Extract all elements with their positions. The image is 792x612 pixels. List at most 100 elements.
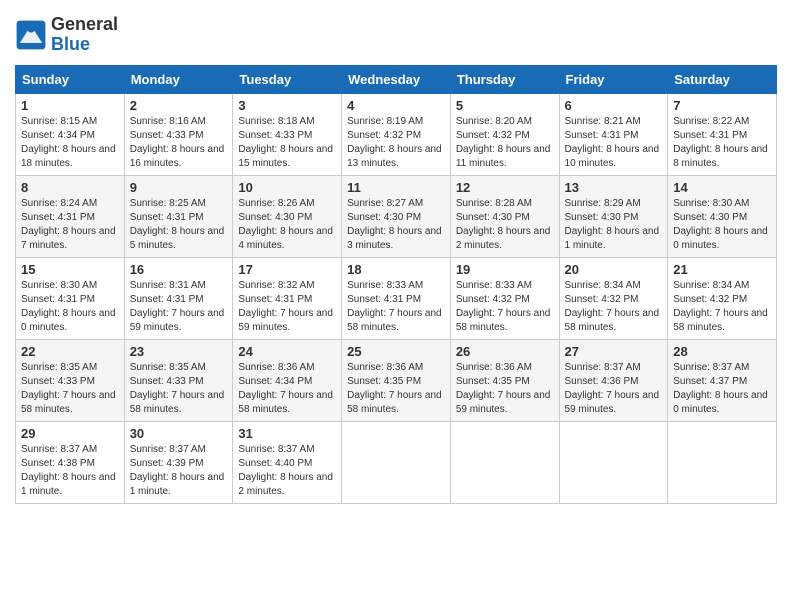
day-info: Sunrise: 8:31 AMSunset: 4:31 PMDaylight:… xyxy=(130,279,228,335)
calendar-day-cell: 6Sunrise: 8:21 AMSunset: 4:31 PMDaylight… xyxy=(559,93,668,175)
calendar-day-cell: 4 Sunrise: 8:19 AMSunset: 4:32 PMDaylight… xyxy=(342,93,451,175)
day-info: Sunrise: 8:19 AMSunset: 4:32 PMDaylight:… xyxy=(347,115,445,171)
day-number: 12 xyxy=(456,180,554,195)
day-number: 16 xyxy=(130,262,228,277)
day-info: Sunrise: 8:30 AMSunset: 4:31 PMDaylight:… xyxy=(21,279,119,335)
day-info: Sunrise: 8:22 AMSunset: 4:31 PMDaylight:… xyxy=(673,115,771,171)
day-info: Sunrise: 8:29 AMSunset: 4:30 PMDaylight:… xyxy=(565,197,663,253)
day-number: 15 xyxy=(21,262,119,277)
calendar-day-cell: 26 Sunrise: 8:36 AMSunset: 4:35 PMDayligh… xyxy=(450,339,559,421)
calendar-day-cell xyxy=(559,421,668,503)
calendar-day-cell xyxy=(668,421,777,503)
calendar-day-cell: 18 Sunrise: 8:33 AMSunset: 4:31 PMDayligh… xyxy=(342,257,451,339)
day-info: Sunrise: 8:33 AMSunset: 4:31 PMDaylight:… xyxy=(347,279,445,335)
day-number: 31 xyxy=(238,426,336,441)
day-number: 21 xyxy=(673,262,771,277)
calendar-day-cell: 14 Sunrise: 8:30 AMSunset: 4:30 PMDayligh… xyxy=(668,175,777,257)
page-header: General Blue xyxy=(15,15,777,55)
calendar-day-cell: 23 Sunrise: 8:35 AMSunset: 4:33 PMDayligh… xyxy=(124,339,233,421)
calendar-week-row: 1 Sunrise: 8:15 AMSunset: 4:34 PMDaylight… xyxy=(16,93,777,175)
day-info: Sunrise: 8:36 AMSunset: 4:35 PMDaylight:… xyxy=(456,361,554,417)
day-info: Sunrise: 8:32 AMSunset: 4:31 PMDaylight:… xyxy=(238,279,336,335)
day-number: 5 xyxy=(456,98,554,113)
day-of-week-header: Saturday xyxy=(668,65,777,93)
calendar-day-cell xyxy=(450,421,559,503)
day-number: 10 xyxy=(238,180,336,195)
day-number: 9 xyxy=(130,180,228,195)
day-number: 11 xyxy=(347,180,445,195)
day-number: 3 xyxy=(238,98,336,113)
day-info: Sunrise: 8:37 AMSunset: 4:36 PMDaylight:… xyxy=(565,361,663,417)
calendar-day-cell: 31 Sunrise: 8:37 AMSunset: 4:40 PMDayligh… xyxy=(233,421,342,503)
calendar-day-cell: 30Sunrise: 8:37 AMSunset: 4:39 PMDayligh… xyxy=(124,421,233,503)
calendar-day-cell: 1 Sunrise: 8:15 AMSunset: 4:34 PMDaylight… xyxy=(16,93,125,175)
day-info: Sunrise: 8:30 AMSunset: 4:30 PMDaylight:… xyxy=(673,197,771,253)
calendar-day-cell: 29 Sunrise: 8:37 AMSunset: 4:38 PMDayligh… xyxy=(16,421,125,503)
day-number: 26 xyxy=(456,344,554,359)
day-number: 18 xyxy=(347,262,445,277)
calendar-header-row: SundayMondayTuesdayWednesdayThursdayFrid… xyxy=(16,65,777,93)
calendar-week-row: 8 Sunrise: 8:24 AMSunset: 4:31 PMDaylight… xyxy=(16,175,777,257)
day-number: 24 xyxy=(238,344,336,359)
calendar-day-cell: 19Sunrise: 8:33 AMSunset: 4:32 PMDayligh… xyxy=(450,257,559,339)
day-info: Sunrise: 8:25 AMSunset: 4:31 PMDaylight:… xyxy=(130,197,228,253)
logo: General Blue xyxy=(15,15,118,55)
day-number: 1 xyxy=(21,98,119,113)
day-info: Sunrise: 8:35 AMSunset: 4:33 PMDaylight:… xyxy=(21,361,119,417)
day-number: 25 xyxy=(347,344,445,359)
day-of-week-header: Thursday xyxy=(450,65,559,93)
calendar-day-cell: 22 Sunrise: 8:35 AMSunset: 4:33 PMDayligh… xyxy=(16,339,125,421)
logo-text: General Blue xyxy=(51,15,118,55)
day-info: Sunrise: 8:37 AMSunset: 4:40 PMDaylight:… xyxy=(238,443,336,499)
day-number: 19 xyxy=(456,262,554,277)
day-info: Sunrise: 8:37 AMSunset: 4:37 PMDaylight:… xyxy=(673,361,771,417)
day-of-week-header: Wednesday xyxy=(342,65,451,93)
calendar-day-cell: 5 Sunrise: 8:20 AMSunset: 4:32 PMDaylight… xyxy=(450,93,559,175)
day-info: Sunrise: 8:15 AMSunset: 4:34 PMDaylight:… xyxy=(21,115,119,171)
day-of-week-header: Monday xyxy=(124,65,233,93)
day-number: 22 xyxy=(21,344,119,359)
day-of-week-header: Sunday xyxy=(16,65,125,93)
calendar-day-cell: 16 Sunrise: 8:31 AMSunset: 4:31 PMDayligh… xyxy=(124,257,233,339)
day-number: 8 xyxy=(21,180,119,195)
calendar-day-cell: 12 Sunrise: 8:28 AMSunset: 4:30 PMDayligh… xyxy=(450,175,559,257)
calendar-day-cell: 24 Sunrise: 8:36 AMSunset: 4:34 PMDayligh… xyxy=(233,339,342,421)
day-info: Sunrise: 8:34 AMSunset: 4:32 PMDaylight:… xyxy=(565,279,663,335)
calendar-day-cell: 17 Sunrise: 8:32 AMSunset: 4:31 PMDayligh… xyxy=(233,257,342,339)
day-info: Sunrise: 8:26 AMSunset: 4:30 PMDaylight:… xyxy=(238,197,336,253)
day-number: 28 xyxy=(673,344,771,359)
logo-icon xyxy=(15,19,47,51)
day-info: Sunrise: 8:36 AMSunset: 4:35 PMDaylight:… xyxy=(347,361,445,417)
calendar-day-cell: 9 Sunrise: 8:25 AMSunset: 4:31 PMDaylight… xyxy=(124,175,233,257)
day-number: 4 xyxy=(347,98,445,113)
calendar-day-cell: 21 Sunrise: 8:34 AMSunset: 4:32 PMDayligh… xyxy=(668,257,777,339)
day-info: Sunrise: 8:34 AMSunset: 4:32 PMDaylight:… xyxy=(673,279,771,335)
day-info: Sunrise: 8:36 AMSunset: 4:34 PMDaylight:… xyxy=(238,361,336,417)
day-number: 14 xyxy=(673,180,771,195)
day-number: 29 xyxy=(21,426,119,441)
day-of-week-header: Friday xyxy=(559,65,668,93)
day-number: 7 xyxy=(673,98,771,113)
calendar-day-cell xyxy=(342,421,451,503)
day-info: Sunrise: 8:27 AMSunset: 4:30 PMDaylight:… xyxy=(347,197,445,253)
day-number: 2 xyxy=(130,98,228,113)
calendar-day-cell: 3 Sunrise: 8:18 AMSunset: 4:33 PMDaylight… xyxy=(233,93,342,175)
day-info: Sunrise: 8:35 AMSunset: 4:33 PMDaylight:… xyxy=(130,361,228,417)
day-info: Sunrise: 8:24 AMSunset: 4:31 PMDaylight:… xyxy=(21,197,119,253)
day-number: 13 xyxy=(565,180,663,195)
calendar-day-cell: 28 Sunrise: 8:37 AMSunset: 4:37 PMDayligh… xyxy=(668,339,777,421)
day-of-week-header: Tuesday xyxy=(233,65,342,93)
day-number: 17 xyxy=(238,262,336,277)
calendar-table: SundayMondayTuesdayWednesdayThursdayFrid… xyxy=(15,65,777,504)
day-info: Sunrise: 8:37 AMSunset: 4:38 PMDaylight:… xyxy=(21,443,119,499)
calendar-week-row: 15 Sunrise: 8:30 AMSunset: 4:31 PMDayligh… xyxy=(16,257,777,339)
calendar-day-cell: 10 Sunrise: 8:26 AMSunset: 4:30 PMDayligh… xyxy=(233,175,342,257)
day-number: 27 xyxy=(565,344,663,359)
day-info: Sunrise: 8:28 AMSunset: 4:30 PMDaylight:… xyxy=(456,197,554,253)
day-info: Sunrise: 8:20 AMSunset: 4:32 PMDaylight:… xyxy=(456,115,554,171)
calendar-day-cell: 8 Sunrise: 8:24 AMSunset: 4:31 PMDaylight… xyxy=(16,175,125,257)
day-info: Sunrise: 8:18 AMSunset: 4:33 PMDaylight:… xyxy=(238,115,336,171)
day-number: 23 xyxy=(130,344,228,359)
day-info: Sunrise: 8:37 AMSunset: 4:39 PMDaylight:… xyxy=(130,443,228,499)
calendar-day-cell: 27 Sunrise: 8:37 AMSunset: 4:36 PMDayligh… xyxy=(559,339,668,421)
